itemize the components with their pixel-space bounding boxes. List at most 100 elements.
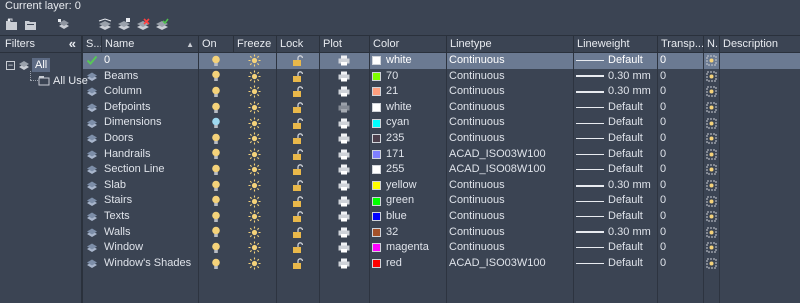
layer-row[interactable]: Window magenta Continuous Default 0 xyxy=(83,240,800,256)
layer-row[interactable]: Dimensions cyan Continuous Default 0 xyxy=(83,115,800,131)
printer-icon[interactable] xyxy=(319,84,369,100)
sun-icon[interactable] xyxy=(233,147,276,163)
layer-name[interactable]: Doors xyxy=(101,131,198,147)
layer-linetype[interactable]: Continuous xyxy=(446,84,573,100)
printer-icon[interactable] xyxy=(319,53,369,69)
layer-description[interactable] xyxy=(719,178,800,194)
layer-name[interactable]: Window's Shades xyxy=(101,256,198,272)
layer-name[interactable]: Beams xyxy=(101,69,198,85)
layer-description[interactable] xyxy=(719,240,800,256)
lightbulb-icon[interactable] xyxy=(198,256,233,272)
collapse-icon[interactable]: « xyxy=(69,37,76,51)
new-vp-freeze-icon[interactable] xyxy=(703,100,719,116)
layer-row[interactable]: Stairs green Continuous Default 0 xyxy=(83,193,800,209)
layer-name[interactable]: Walls xyxy=(101,225,198,241)
layer-transparency[interactable]: 0 xyxy=(657,69,703,85)
unlocked-padlock-icon[interactable] xyxy=(276,69,319,85)
new-group-filter-icon[interactable] xyxy=(22,15,40,33)
layer-name[interactable]: Section Line xyxy=(101,162,198,178)
layer-linetype[interactable]: Continuous xyxy=(446,69,573,85)
layer-transparency[interactable]: 0 xyxy=(657,100,703,116)
lightbulb-icon[interactable] xyxy=(198,240,233,256)
lightbulb-icon[interactable] xyxy=(198,209,233,225)
layer-transparency[interactable]: 0 xyxy=(657,209,703,225)
layer-lineweight[interactable]: Default xyxy=(573,240,657,256)
header-col-linetype[interactable]: Linetype xyxy=(446,36,573,53)
layer-transparency[interactable]: 0 xyxy=(657,240,703,256)
sun-icon[interactable] xyxy=(233,84,276,100)
layer-row[interactable]: 0 white Continuous Default 0 xyxy=(83,53,800,69)
new-vp-freeze-icon[interactable] xyxy=(703,162,719,178)
layer-name[interactable]: Slab xyxy=(101,178,198,194)
new-vp-freeze-icon[interactable] xyxy=(703,84,719,100)
layer-row[interactable]: Beams 70 Continuous 0.30 mm 0 xyxy=(83,69,800,85)
sun-icon[interactable] xyxy=(233,53,276,69)
layer-description[interactable] xyxy=(719,193,800,209)
printer-icon[interactable] xyxy=(319,131,369,147)
layer-lineweight[interactable]: Default xyxy=(573,100,657,116)
new-vp-freeze-icon[interactable] xyxy=(703,225,719,241)
unlocked-padlock-icon[interactable] xyxy=(276,115,319,131)
layer-transparency[interactable]: 0 xyxy=(657,115,703,131)
layer-color[interactable]: white xyxy=(369,53,446,69)
header-col-new-vp-freeze[interactable]: N... xyxy=(703,36,719,53)
tree-node-all[interactable]: − All xyxy=(0,57,81,73)
sun-icon[interactable] xyxy=(233,256,276,272)
layer-lineweight[interactable]: 0.30 mm xyxy=(573,84,657,100)
unlocked-padlock-icon[interactable] xyxy=(276,84,319,100)
layer-linetype[interactable]: ACAD_ISO03W100 xyxy=(446,147,573,163)
layer-name[interactable]: 0 xyxy=(101,53,198,69)
unlocked-padlock-icon[interactable] xyxy=(276,178,319,194)
layer-lineweight[interactable]: Default xyxy=(573,256,657,272)
layer-lineweight[interactable]: 0.30 mm xyxy=(573,69,657,85)
layer-color[interactable]: 171 xyxy=(369,147,446,163)
lightbulb-icon[interactable] xyxy=(198,147,233,163)
new-vp-freeze-icon[interactable] xyxy=(703,69,719,85)
layer-name[interactable]: Stairs xyxy=(101,193,198,209)
layer-linetype[interactable]: Continuous xyxy=(446,178,573,194)
layer-lineweight[interactable]: Default xyxy=(573,147,657,163)
layer-linetype[interactable]: Continuous xyxy=(446,53,573,69)
layer-color[interactable]: yellow xyxy=(369,178,446,194)
header-col-plot[interactable]: Plot xyxy=(319,36,369,53)
sun-icon[interactable] xyxy=(233,162,276,178)
layer-lineweight[interactable]: Default xyxy=(573,53,657,69)
layer-name[interactable]: Column xyxy=(101,84,198,100)
layer-description[interactable] xyxy=(719,100,800,116)
layer-linetype[interactable]: Continuous xyxy=(446,115,573,131)
printer-icon[interactable] xyxy=(319,69,369,85)
printer-icon[interactable] xyxy=(319,256,369,272)
header-col-freeze[interactable]: Freeze xyxy=(233,36,276,53)
layer-description[interactable] xyxy=(719,84,800,100)
layer-name[interactable]: Texts xyxy=(101,209,198,225)
layer-row[interactable]: Column 21 Continuous 0.30 mm 0 xyxy=(83,84,800,100)
sun-icon[interactable] xyxy=(233,209,276,225)
layer-row[interactable]: Doors 235 Continuous Default 0 xyxy=(83,131,800,147)
lightbulb-icon[interactable] xyxy=(198,162,233,178)
unlocked-padlock-icon[interactable] xyxy=(276,131,319,147)
printer-icon[interactable] xyxy=(319,147,369,163)
lightbulb-icon[interactable] xyxy=(198,178,233,194)
header-col-transparency[interactable]: Transp... xyxy=(657,36,703,53)
new-vp-freeze-icon[interactable] xyxy=(703,178,719,194)
header-col-status[interactable]: S... xyxy=(83,36,101,53)
layer-color[interactable]: 32 xyxy=(369,225,446,241)
unlocked-padlock-icon[interactable] xyxy=(276,53,319,69)
printer-icon[interactable] xyxy=(319,193,369,209)
new-vp-freeze-icon[interactable] xyxy=(703,256,719,272)
lightbulb-icon[interactable] xyxy=(198,193,233,209)
lightbulb-icon[interactable] xyxy=(198,69,233,85)
printer-icon[interactable] xyxy=(319,209,369,225)
sun-icon[interactable] xyxy=(233,69,276,85)
lightbulb-icon[interactable] xyxy=(198,131,233,147)
printer-icon[interactable] xyxy=(319,115,369,131)
sun-icon[interactable] xyxy=(233,131,276,147)
layer-lineweight[interactable]: 0.30 mm xyxy=(573,178,657,194)
layer-color[interactable]: green xyxy=(369,193,446,209)
header-col-lineweight[interactable]: Lineweight xyxy=(573,36,657,53)
layer-description[interactable] xyxy=(719,131,800,147)
unlocked-padlock-icon[interactable] xyxy=(276,147,319,163)
layer-description[interactable] xyxy=(719,69,800,85)
layer-linetype[interactable]: ACAD_ISO03W100 xyxy=(446,256,573,272)
layer-row[interactable]: Slab yellow Continuous 0.30 mm 0 xyxy=(83,178,800,194)
